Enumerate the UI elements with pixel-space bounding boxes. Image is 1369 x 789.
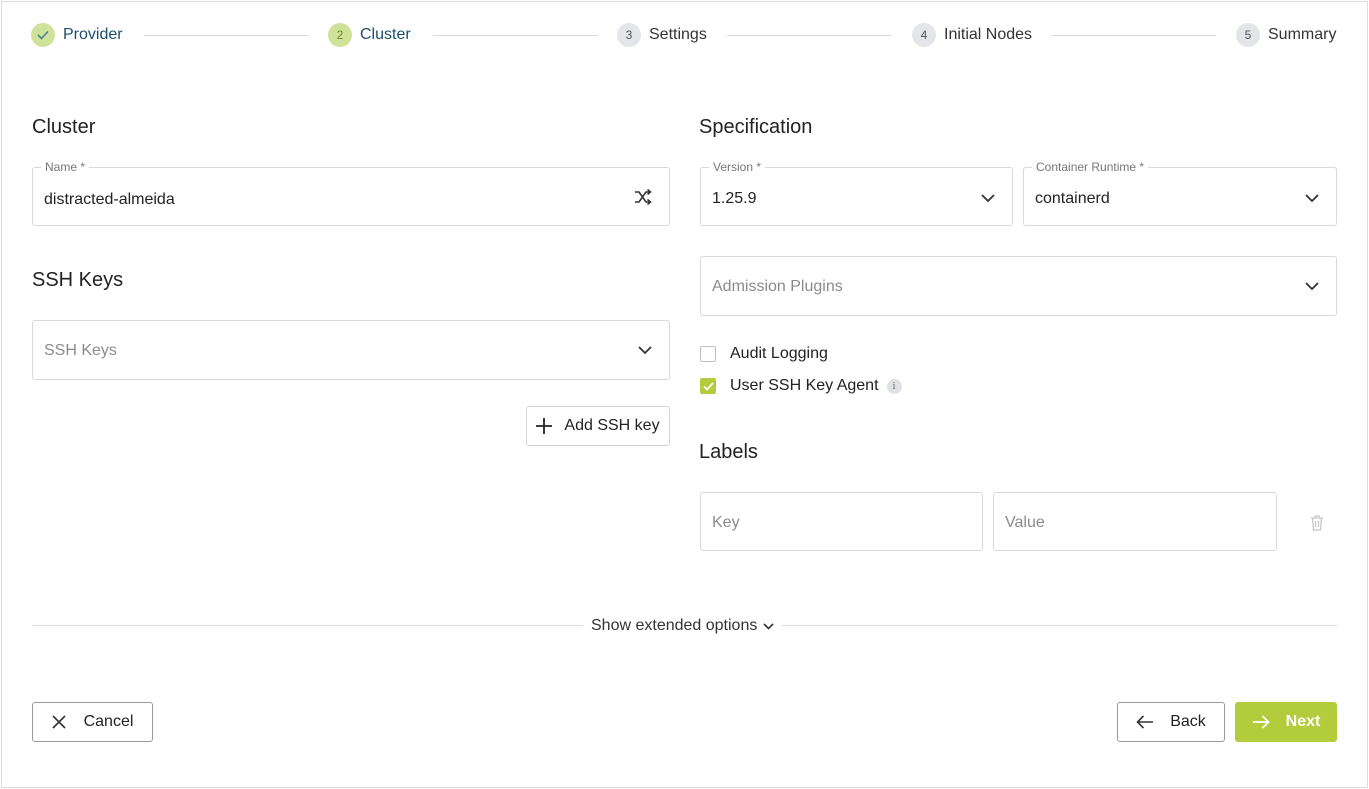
label-key-placeholder: Key [712,514,740,531]
step-label: Summary [1268,26,1337,43]
plus-icon [536,418,553,434]
field-label: Version * [709,159,766,175]
cancel-label: Cancel [83,713,134,730]
step-initial-nodes[interactable]: 4 Initial Nodes [912,22,1032,48]
field-label: Name * [41,159,90,175]
version-value: 1.25.9 [712,190,757,207]
back-button[interactable]: Back [1117,702,1225,742]
label-value-placeholder: Value [1005,514,1045,531]
step-label: Settings [649,26,707,43]
chevron-down-icon [1302,188,1322,208]
step-provider[interactable]: Provider [31,22,123,48]
step-label: Cluster [360,26,411,43]
info-icon[interactable]: i [886,378,902,394]
step-number: 4 [912,23,936,47]
check-icon [31,23,55,47]
trash-icon[interactable] [1307,513,1327,533]
labels-section-title: Labels [699,441,758,463]
chevron-down-icon [763,622,774,630]
ssh-keys-placeholder: SSH Keys [44,342,117,359]
close-icon [52,715,66,729]
version-select[interactable]: Version * 1.25.9 [700,159,1013,226]
admission-plugins-placeholder: Admission Plugins [712,278,843,295]
label-key-input[interactable]: Key [700,492,983,551]
cluster-name-value: distracted-almeida [44,191,175,208]
audit-logging-checkbox[interactable]: Audit Logging [700,345,828,363]
arrow-left-icon [1136,715,1154,729]
step-settings[interactable]: 3 Settings [617,22,707,48]
show-extended-options-toggle[interactable]: Show extended options [583,615,783,637]
add-ssh-key-label: Add SSH key [564,417,660,434]
chevron-down-icon [1302,276,1322,296]
chevron-down-icon [635,340,655,360]
shuffle-icon[interactable] [633,187,653,207]
step-connector [1051,35,1216,36]
cluster-section-title: Cluster [32,116,96,138]
label-value-input[interactable]: Value [993,492,1277,551]
checkbox-checked-icon[interactable] [700,378,716,394]
step-label: Initial Nodes [944,26,1033,43]
step-number: 3 [617,23,641,47]
container-runtime-value: containerd [1035,190,1110,207]
step-label: Provider [63,26,123,43]
step-connector [144,35,309,36]
field-label: Container Runtime * [1032,159,1149,175]
cancel-button[interactable]: Cancel [32,702,153,742]
add-ssh-key-button[interactable]: Add SSH key [526,406,670,446]
arrow-right-icon [1252,715,1270,729]
wizard-stepper: Provider 2 Cluster 3 Settings 4 Initial … [31,22,1337,48]
step-cluster[interactable]: 2 Cluster [328,22,411,48]
checkbox-box[interactable] [700,346,716,362]
cluster-name-field[interactable]: Name * distracted-almeida [32,159,670,226]
specification-section-title: Specification [699,116,813,138]
user-ssh-key-agent-checkbox[interactable]: User SSH Key Agent i [700,377,902,395]
show-extended-options-label: Show extended options [591,617,758,634]
wizard-panel [1,1,1368,788]
chevron-down-icon [978,188,998,208]
admission-plugins-select[interactable]: Admission Plugins [700,256,1337,316]
step-number: 5 [1236,23,1260,47]
container-runtime-select[interactable]: Container Runtime * containerd [1023,159,1337,226]
step-connector [727,35,892,36]
step-number: 2 [328,23,352,47]
step-summary[interactable]: 5 Summary [1236,22,1336,48]
audit-logging-label: Audit Logging [730,345,828,362]
user-ssh-key-agent-label: User SSH Key Agent [730,377,879,394]
step-connector [433,35,598,36]
ssh-keys-select[interactable]: SSH Keys [32,320,670,380]
next-label: Next [1285,713,1321,730]
back-label: Back [1170,713,1206,730]
next-button[interactable]: Next [1235,702,1337,742]
ssh-keys-section-title: SSH Keys [32,269,124,291]
